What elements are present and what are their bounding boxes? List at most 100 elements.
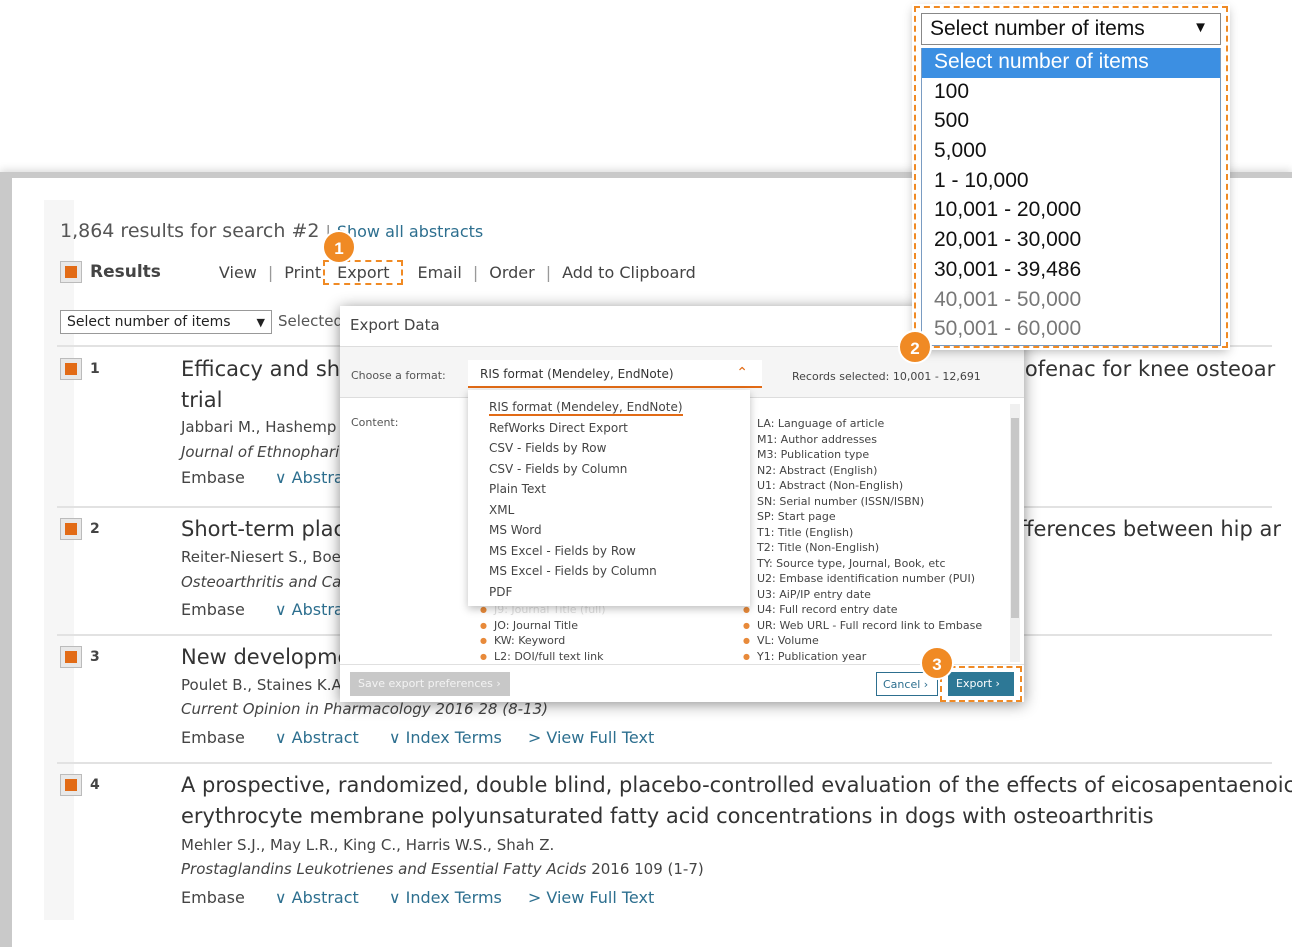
result-links: Embase ∨ Abstract ∨ Index Terms > View F… [181, 728, 654, 747]
export-dialog: Export Data Choose a format: RIS format … [340, 306, 1024, 702]
dropdown-arrow-icon: ▼ [1193, 19, 1208, 36]
abstract-link[interactable]: ∨ Abstra [275, 600, 344, 619]
add-to-clipboard-button[interactable]: Add to Clipboard [562, 263, 696, 282]
step-badge-2: 2 [898, 330, 932, 364]
field-item[interactable]: UR: Web URL - Full record link to Embase [743, 619, 982, 635]
divider [57, 762, 1272, 764]
field-item[interactable]: M1: Author addresses [743, 433, 982, 449]
items-option[interactable]: 500 [922, 107, 1220, 137]
view-full-text-link[interactable]: > View Full Text [528, 728, 654, 747]
result-number: 3 [90, 649, 100, 665]
format-option[interactable]: MS Word [468, 523, 750, 544]
content-scrollbar[interactable] [1010, 404, 1020, 662]
result-title-right: fferences between hip ar [1019, 517, 1282, 541]
step-badge-3: 3 [920, 646, 954, 680]
result-source: Embase [181, 600, 245, 619]
items-option[interactable]: 100 [922, 78, 1220, 108]
format-option[interactable]: RefWorks Direct Export [468, 421, 750, 442]
results-toolbar: Results View | Print Export Email | Orde… [60, 259, 696, 285]
show-all-abstracts-link[interactable]: Show all abstracts [337, 222, 483, 241]
export-confirm-button[interactable]: Export › [948, 672, 1014, 696]
items-option[interactable]: 40,001 - 50,000 [922, 286, 1220, 316]
step-badge-1: 1 [322, 230, 356, 264]
records-selected: Records selected: 10,001 - 12,691 [792, 370, 981, 383]
result-links: Embase ∨ Abstract ∨ Index Terms > View F… [181, 888, 654, 907]
order-button[interactable]: Order [489, 263, 534, 282]
items-dropdown-value: Select number of items [930, 17, 1145, 40]
abstract-link[interactable]: ∨ Abstract [275, 728, 359, 747]
field-item[interactable]: U2: Embase identification number (PUI) [743, 572, 982, 588]
items-dropdown-callout: Select number of items ▼ Select number o… [914, 6, 1228, 348]
field-item[interactable]: U4: Full record entry date [743, 603, 982, 619]
abstract-link[interactable]: ∨ Abstra [275, 468, 344, 487]
items-option[interactable]: 50,001 - 60,000 [922, 315, 1220, 345]
items-option[interactable]: 10,001 - 20,000 [922, 196, 1220, 226]
email-button[interactable]: Email [417, 263, 461, 282]
items-option[interactable]: 1 - 10,000 [922, 167, 1220, 197]
items-dropdown-select[interactable]: Select number of items ▼ [921, 13, 1221, 45]
field-item[interactable]: U3: AiP/IP entry date [743, 588, 982, 604]
format-option[interactable]: MS Excel - Fields by Row [468, 544, 750, 565]
field-item[interactable]: SN: Serial number (ISSN/ISBN) [743, 495, 982, 511]
result-checkbox[interactable] [60, 646, 82, 668]
index-terms-link[interactable]: ∨ Index Terms [389, 728, 502, 747]
format-option[interactable]: RIS format (Mendeley, EndNote) [468, 400, 750, 421]
result-source: Embase [181, 888, 245, 907]
result-checkbox[interactable] [60, 518, 82, 540]
field-item[interactable]: JO: Journal Title [480, 619, 606, 635]
field-item[interactable]: M3: Publication type [743, 448, 982, 464]
format-option[interactable]: CSV - Fields by Column [468, 462, 750, 483]
items-option[interactable]: 20,001 - 30,000 [922, 226, 1220, 256]
format-option[interactable]: XML [468, 503, 750, 524]
result-checkbox[interactable] [60, 774, 82, 796]
result-authors: Poulet B., Staines K.A [181, 676, 342, 694]
field-item[interactable]: T1: Title (English) [743, 526, 982, 542]
result-number: 1 [90, 361, 100, 377]
fields-left: J9: Journal Title (full) JO: Journal Tit… [480, 603, 606, 665]
format-option[interactable]: Plain Text [468, 482, 750, 503]
field-item[interactable]: LA: Language of article [743, 417, 982, 433]
fields-right: LA: Language of article M1: Author addre… [743, 417, 982, 665]
field-item[interactable]: TY: Source type, Journal, Book, etc [743, 557, 982, 573]
field-item[interactable]: U1: Abstract (Non-English) [743, 479, 982, 495]
result-item: 4 A prospective, randomized, double blin… [60, 770, 1292, 920]
result-journal: Prostaglandins Leukotrienes and Essentia… [181, 860, 704, 878]
save-preferences-button[interactable]: Save export preferences › [350, 672, 510, 696]
format-option[interactable]: PDF [468, 585, 750, 606]
field-item[interactable]: SP: Start page [743, 510, 982, 526]
format-dropdown-list: RIS format (Mendeley, EndNote) RefWorks … [468, 390, 750, 606]
field-item[interactable]: KW: Keyword [480, 634, 606, 650]
format-option[interactable]: CSV - Fields by Row [468, 441, 750, 462]
items-option[interactable]: Select number of items [922, 48, 1220, 78]
result-number: 4 [90, 777, 100, 793]
view-button[interactable]: View [219, 263, 257, 282]
abstract-link[interactable]: ∨ Abstract [275, 888, 359, 907]
result-authors: Mehler S.J., May L.R., King C., Harris W… [181, 836, 555, 854]
select-number-value: Select number of items [67, 314, 231, 330]
print-button[interactable]: Print [284, 263, 321, 282]
field-item[interactable]: VL: Volume [743, 634, 982, 650]
format-select[interactable]: RIS format (Mendeley, EndNote) ⌃ [468, 360, 762, 388]
field-item[interactable]: L2: DOI/full text link [480, 650, 606, 666]
result-journal: Journal of Ethnophari [181, 443, 340, 461]
result-links: Embase ∨ Abstra [181, 468, 344, 487]
items-option[interactable]: 30,001 - 39,486 [922, 256, 1220, 286]
result-journal: Osteoarthritis and Ca [181, 573, 342, 591]
selected-label: Selected [278, 312, 344, 330]
result-title[interactable]: A prospective, randomized, double blind,… [181, 770, 1292, 832]
index-terms-link[interactable]: ∨ Index Terms [389, 888, 502, 907]
format-option[interactable]: MS Excel - Fields by Column [468, 564, 750, 585]
result-count: 1,864 results for search #2 [60, 220, 320, 242]
select-number-dropdown[interactable]: Select number of items ▼ [60, 310, 272, 334]
field-item[interactable]: T2: Title (Non-English) [743, 541, 982, 557]
scrollbar-thumb[interactable] [1011, 418, 1019, 618]
result-checkbox[interactable] [60, 358, 82, 380]
chevron-up-icon: ⌃ [736, 365, 748, 381]
result-journal: Current Opinion in Pharmacology 2016 28 … [181, 700, 548, 718]
view-full-text-link[interactable]: > View Full Text [528, 888, 654, 907]
field-item[interactable]: N2: Abstract (English) [743, 464, 982, 480]
select-all-checkbox[interactable] [60, 261, 82, 283]
results-label: Results [90, 262, 161, 282]
result-source: Embase [181, 728, 245, 747]
items-option[interactable]: 5,000 [922, 137, 1220, 167]
